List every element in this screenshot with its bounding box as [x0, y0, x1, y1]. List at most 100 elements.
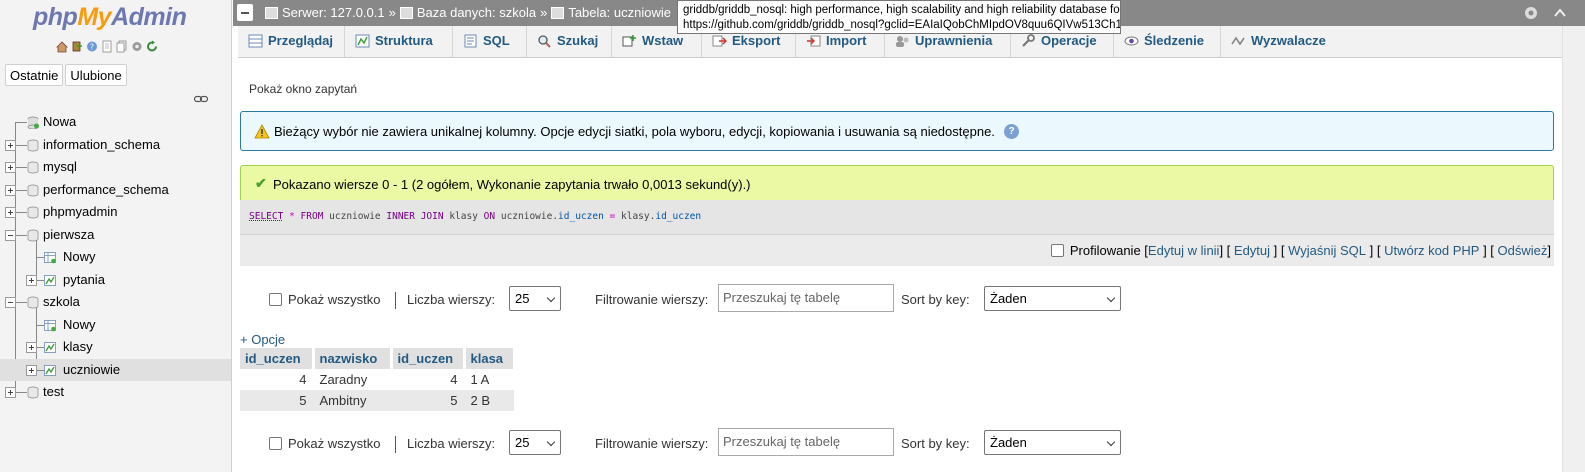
- table-cell: 4: [240, 369, 313, 390]
- expand-icon[interactable]: [26, 364, 37, 376]
- chevron-down-icon: [1106, 293, 1116, 303]
- tab-browse[interactable]: Przeglądaj: [238, 26, 345, 57]
- tree-item-label[interactable]: uczniowie: [63, 359, 120, 382]
- edit-inline-link[interactable]: Edytuj w linii: [1148, 243, 1220, 258]
- recent-tab[interactable]: Ostatnie: [5, 64, 64, 86]
- rows-count-select[interactable]: 25: [509, 430, 561, 455]
- tree-item-label[interactable]: performance_schema: [43, 179, 169, 202]
- expand-icon[interactable]: [5, 139, 16, 151]
- collapse-icon[interactable]: [5, 229, 16, 241]
- table-icon: [551, 6, 565, 19]
- sql-query-code[interactable]: SELECT * FROM uczniowie INNER JOIN klasy…: [249, 211, 701, 222]
- tree-item-label[interactable]: Nowy: [63, 314, 96, 337]
- tab-label: Struktura: [375, 33, 433, 48]
- expand-icon[interactable]: [5, 162, 16, 173]
- tree-item-information-schema[interactable]: information_schema: [0, 134, 231, 157]
- hide-top-menu-icon[interactable]: [1553, 7, 1567, 19]
- refresh-link[interactable]: Odśwież: [1498, 243, 1548, 258]
- tree-item-pierwsza[interactable]: pierwsza: [0, 224, 231, 247]
- tab-search[interactable]: Szukaj: [527, 26, 612, 57]
- new-database-icon: [27, 116, 39, 129]
- tree-item-label[interactable]: szkola: [43, 291, 80, 314]
- breadcrumb-database[interactable]: Baza danych: szkola: [417, 5, 536, 20]
- privileges-icon: [896, 36, 909, 47]
- tab-tracking[interactable]: Śledzenie: [1114, 26, 1221, 57]
- tab-sql[interactable]: SQL: [453, 26, 527, 57]
- expand-icon[interactable]: [26, 274, 37, 286]
- tree-item-label[interactable]: pierwsza: [43, 224, 94, 247]
- tree-item-label[interactable]: Nowa: [43, 111, 76, 134]
- logout-icon[interactable]: [71, 40, 83, 53]
- help-icon[interactable]: ?: [1004, 124, 1019, 139]
- show-all-checkbox[interactable]: [269, 293, 282, 306]
- tree-item-new-table[interactable]: Nowy: [0, 246, 231, 269]
- home-icon[interactable]: [56, 40, 68, 53]
- tree-item-test[interactable]: test: [0, 381, 231, 404]
- tab-label: Wyzwalacze: [1251, 33, 1326, 48]
- sql-keyword: FROM: [300, 211, 324, 222]
- breadcrumb-separator: »: [540, 5, 548, 20]
- browse-icon: [248, 34, 263, 48]
- column-header[interactable]: nazwisko: [313, 348, 393, 369]
- collapse-icon[interactable]: [5, 297, 16, 308]
- profiling-checkbox[interactable]: [1050, 244, 1064, 257]
- tree-item-label[interactable]: information_schema: [43, 134, 160, 157]
- tab-triggers[interactable]: Wyzwalacze: [1221, 26, 1339, 57]
- expand-icon[interactable]: [26, 342, 37, 353]
- search-icon: [538, 35, 551, 48]
- column-header[interactable]: klasa: [464, 348, 516, 369]
- tree-item-performance-schema[interactable]: performance_schema: [0, 179, 231, 202]
- breadcrumb-table[interactable]: Tabela: uczniowie: [568, 5, 671, 20]
- tab-label: Import: [826, 33, 867, 48]
- reload-icon[interactable]: [146, 40, 158, 53]
- tree-item-label[interactable]: pytania: [63, 269, 105, 292]
- rows-count-select[interactable]: 25: [509, 286, 561, 311]
- docs-icon[interactable]: [101, 40, 113, 53]
- edit-link[interactable]: Edytuj: [1234, 243, 1270, 258]
- create-php-code-link[interactable]: Utwórz kod PHP: [1384, 243, 1479, 258]
- filter-rows-input[interactable]: Przeszukaj tę tabelę: [718, 428, 894, 456]
- database-icon: [27, 161, 39, 174]
- tree-item-new-table[interactable]: Nowy: [0, 314, 231, 337]
- tree-item-label[interactable]: phpmyadmin: [43, 201, 117, 224]
- collapse-sidebar-button[interactable]: [237, 4, 253, 21]
- tab-structure[interactable]: Struktura: [345, 26, 453, 57]
- explain-sql-link[interactable]: Wyjaśnij SQL: [1288, 243, 1366, 258]
- table-icon: [44, 364, 56, 376]
- favorites-tab[interactable]: Ulubione: [65, 64, 127, 86]
- tree-item-phpmyadmin[interactable]: phpmyadmin: [0, 201, 231, 224]
- sort-by-key-select[interactable]: Żaden: [984, 430, 1121, 455]
- sort-by-key-select[interactable]: Żaden: [984, 286, 1121, 311]
- tab-label: Eksport: [732, 33, 781, 48]
- tree-item-label[interactable]: test: [43, 381, 64, 404]
- breadcrumb-server[interactable]: Serwer: 127.0.0.1: [282, 5, 385, 20]
- tree-item-new-database[interactable]: Nowa: [0, 111, 231, 134]
- options-link[interactable]: + Opcje: [240, 332, 285, 347]
- tree-item-szkola[interactable]: szkola: [0, 291, 231, 314]
- filter-rows-input[interactable]: Przeszukaj tę tabelę: [718, 284, 894, 312]
- main-scrollbar[interactable]: [1562, 26, 1585, 472]
- navigation-sidebar: phpMyAdmin ? Ostatnie Ulubione Nowa info…: [0, 0, 232, 472]
- tree-item-klasy[interactable]: klasy: [0, 336, 231, 359]
- tree-item-mysql[interactable]: mysql: [0, 156, 231, 179]
- column-header[interactable]: id_uczen: [240, 348, 315, 369]
- phpmyadmin-logo[interactable]: phpMyAdmin: [33, 3, 187, 32]
- copy-icon[interactable]: [116, 40, 128, 53]
- settings-gear-icon[interactable]: [131, 40, 143, 53]
- settings-gear-icon[interactable]: [1523, 5, 1539, 21]
- expand-icon[interactable]: [5, 207, 16, 218]
- profiling-label: Profilowanie: [1069, 243, 1141, 258]
- tree-item-label[interactable]: mysql: [43, 156, 77, 179]
- link-with-main-panel-icon[interactable]: [194, 95, 208, 103]
- tree-item-label[interactable]: klasy: [63, 336, 93, 359]
- expand-icon[interactable]: [5, 184, 16, 196]
- tree-item-uczniowie[interactable]: uczniowie: [0, 358, 231, 382]
- show-query-box-link[interactable]: Pokaż okno zapytań: [249, 82, 357, 96]
- tree-item-pytania[interactable]: pytania: [0, 269, 231, 292]
- tree-item-label[interactable]: Nowy: [63, 246, 96, 269]
- help-icon[interactable]: ?: [86, 40, 98, 53]
- table-cell: 4: [391, 369, 464, 390]
- column-header[interactable]: id_uczen: [391, 348, 466, 369]
- show-all-checkbox[interactable]: [269, 437, 282, 450]
- expand-icon[interactable]: [5, 387, 16, 398]
